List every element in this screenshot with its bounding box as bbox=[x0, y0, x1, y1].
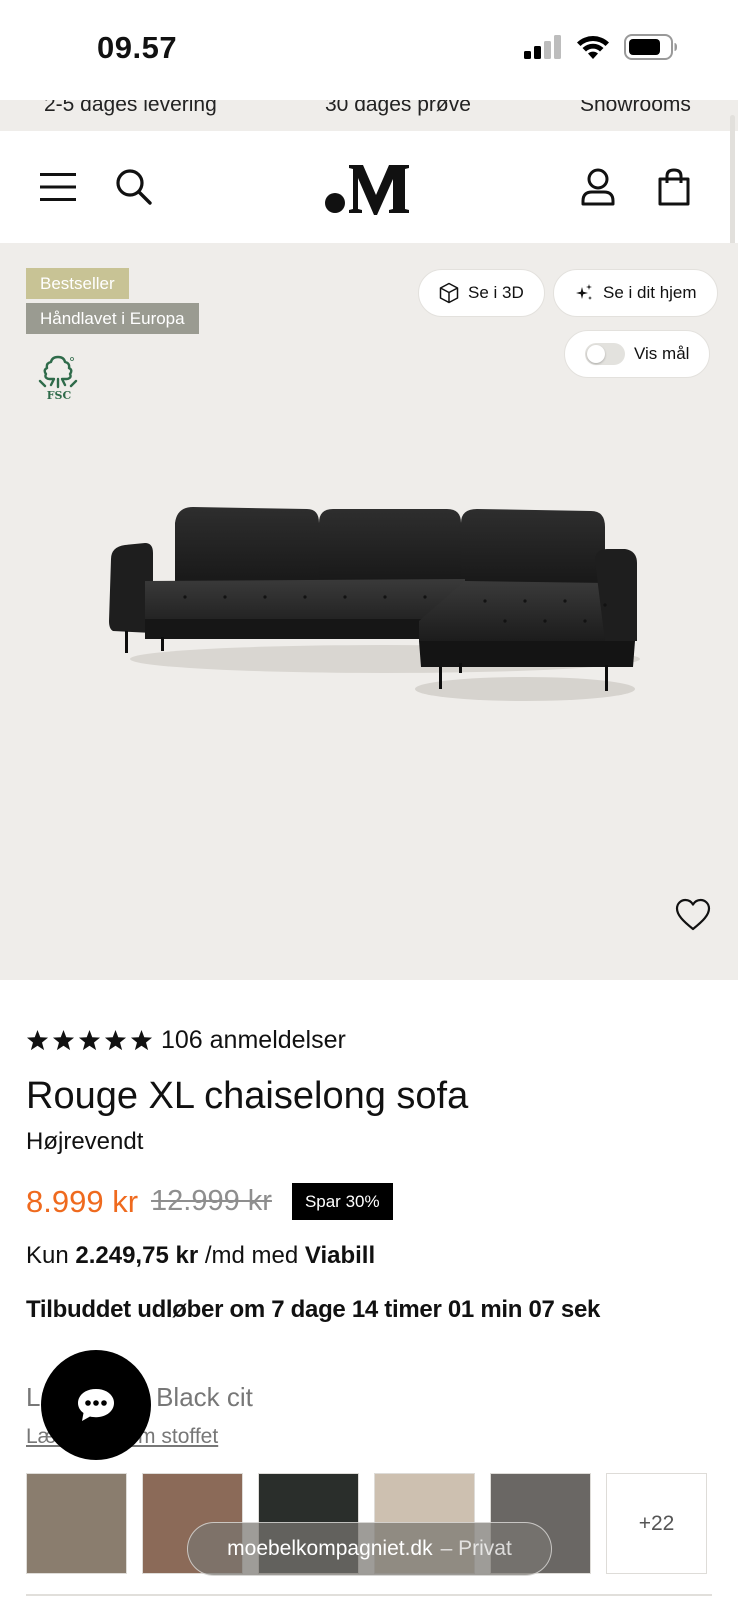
finance-mid: /md med bbox=[204, 1242, 299, 1269]
price-row: 8.999 kr 12.999 kr Spar 30% bbox=[26, 1183, 393, 1220]
cube-icon bbox=[439, 282, 459, 304]
private-mode-label: – Privat bbox=[440, 1537, 512, 1560]
divider bbox=[26, 1594, 712, 1596]
handmade-badge: Håndlavet i Europa bbox=[26, 303, 199, 334]
offer-countdown: Tilbuddet udløber om 7 dage 14 timer 01 … bbox=[26, 1296, 601, 1323]
site-header bbox=[0, 131, 738, 243]
search-button[interactable] bbox=[106, 131, 162, 243]
browser-address-bar[interactable]: moebelkompagniet.dk – Privat bbox=[187, 1522, 552, 1576]
review-count[interactable]: 106 anmeldelser bbox=[161, 1026, 346, 1055]
star-icon bbox=[26, 1029, 49, 1051]
product-variant: Højrevendt bbox=[26, 1128, 144, 1155]
more-swatches-button[interactable]: +22 bbox=[606, 1473, 707, 1574]
fsc-logo-icon: FSC bbox=[38, 355, 78, 401]
wishlist-heart-icon[interactable] bbox=[675, 898, 711, 932]
usp-trial: 30 dages prøve bbox=[325, 100, 471, 116]
search-icon bbox=[116, 169, 152, 205]
status-bar: 09.57 bbox=[0, 0, 738, 100]
cart-button[interactable] bbox=[646, 131, 702, 243]
finance-prefix: Kun bbox=[26, 1242, 69, 1269]
account-button[interactable] bbox=[570, 131, 626, 243]
menu-button[interactable] bbox=[30, 131, 86, 243]
chat-button[interactable] bbox=[41, 1350, 151, 1460]
star-icon bbox=[78, 1029, 101, 1051]
star-icon bbox=[104, 1029, 127, 1051]
product-title: Rouge XL chaiselong sofa bbox=[26, 1075, 469, 1117]
fabric-swatch[interactable] bbox=[26, 1473, 127, 1574]
status-icons bbox=[524, 34, 678, 60]
user-icon bbox=[581, 168, 615, 206]
brand-logo[interactable] bbox=[325, 159, 415, 215]
cellular-signal-icon bbox=[524, 35, 561, 59]
finance-amount: 2.249,75 kr bbox=[75, 1242, 199, 1269]
star-icon bbox=[52, 1029, 75, 1051]
usp-delivery: 2-5 dages levering bbox=[44, 100, 217, 116]
measurements-switch[interactable] bbox=[585, 343, 625, 365]
sparkle-icon bbox=[576, 284, 592, 300]
bestseller-badge: Bestseller bbox=[26, 268, 129, 299]
product-gallery[interactable]: Bestseller Håndlavet i Europa FSC Se i 3… bbox=[0, 243, 738, 980]
address-domain: moebelkompagniet.dk bbox=[227, 1537, 433, 1560]
usp-strip: 2-5 dages levering 30 dages prøve Showro… bbox=[0, 100, 738, 131]
view-3d-button[interactable]: Se i 3D bbox=[418, 269, 545, 317]
view-in-home-button[interactable]: Se i dit hjem bbox=[553, 269, 718, 317]
view-3d-label: Se i 3D bbox=[468, 283, 524, 302]
discount-badge: Spar 30% bbox=[291, 1183, 393, 1220]
original-price: 12.999 kr bbox=[151, 1185, 272, 1217]
financing-info: Kun 2.249,75 kr /md med Viabill bbox=[26, 1242, 375, 1270]
show-measurements-label: Vis mål bbox=[634, 344, 690, 363]
usp-showrooms[interactable]: Showrooms bbox=[580, 100, 691, 117]
fsc-label: FSC bbox=[47, 389, 72, 401]
finance-provider[interactable]: Viabill bbox=[305, 1242, 375, 1269]
current-price: 8.999 kr bbox=[26, 1183, 139, 1219]
show-measurements-toggle[interactable]: Vis mål bbox=[564, 330, 711, 378]
battery-icon bbox=[624, 34, 677, 60]
chat-bubble-icon bbox=[78, 1389, 114, 1421]
shopping-bag-icon bbox=[658, 168, 690, 206]
status-time: 09.57 bbox=[97, 30, 178, 65]
view-in-home-label: Se i dit hjem bbox=[603, 283, 697, 302]
hamburger-menu-icon bbox=[40, 173, 76, 201]
product-image-sofa bbox=[109, 507, 640, 701]
rating-summary[interactable]: 106 anmeldelser bbox=[26, 1026, 346, 1055]
rating-stars bbox=[26, 1029, 153, 1052]
wifi-icon bbox=[577, 36, 609, 59]
star-icon bbox=[130, 1029, 153, 1051]
